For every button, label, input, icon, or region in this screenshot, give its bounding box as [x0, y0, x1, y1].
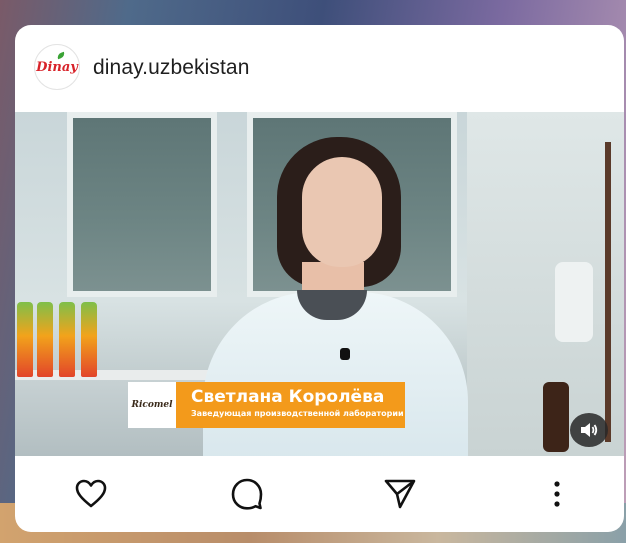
- comment-icon: [231, 478, 263, 510]
- more-options-button[interactable]: [539, 476, 575, 512]
- post-header: Dinay dinay.uzbekistan: [15, 25, 624, 112]
- speaker-volume-icon: [581, 423, 598, 437]
- juice-bottle: [81, 302, 97, 377]
- heart-icon: [75, 479, 107, 508]
- juice-bottle: [37, 302, 53, 377]
- send-icon: [384, 479, 416, 509]
- more-vertical-icon: [554, 481, 560, 507]
- lab-equipment: [555, 262, 593, 342]
- lab-flask: [543, 382, 569, 452]
- post-card: Dinay dinay.uzbekistan Ricomel Светлана …: [15, 25, 624, 532]
- lab-stand: [605, 142, 611, 442]
- video-player[interactable]: Ricomel Светлана Королёва Заведующая про…: [15, 112, 624, 456]
- volume-button[interactable]: [570, 413, 608, 447]
- juice-bottle: [59, 302, 75, 377]
- lavalier-mic: [340, 348, 350, 360]
- brand-logo: Ricomel: [128, 382, 176, 428]
- lower-third-caption: Ricomel Светлана Королёва Заведующая про…: [128, 382, 405, 428]
- background-window: [67, 112, 217, 297]
- post-actions-bar: [15, 456, 624, 532]
- speaker-title: Заведующая производственной лаборатории: [191, 409, 404, 418]
- share-button[interactable]: [382, 476, 418, 512]
- comment-button[interactable]: [229, 476, 265, 512]
- avatar[interactable]: Dinay: [34, 44, 80, 90]
- speaker-face: [302, 157, 382, 267]
- like-button[interactable]: [73, 476, 109, 512]
- avatar-logo-text: Dinay: [36, 59, 78, 75]
- speaker-name: Светлана Королёва: [191, 387, 385, 407]
- caption-info: Светлана Королёва Заведующая производств…: [176, 382, 405, 428]
- username-link[interactable]: dinay.uzbekistan: [93, 56, 249, 80]
- juice-bottle: [17, 302, 33, 377]
- logo-leaf-icon: [56, 51, 66, 60]
- brand-logo-text: Ricomel: [131, 400, 173, 410]
